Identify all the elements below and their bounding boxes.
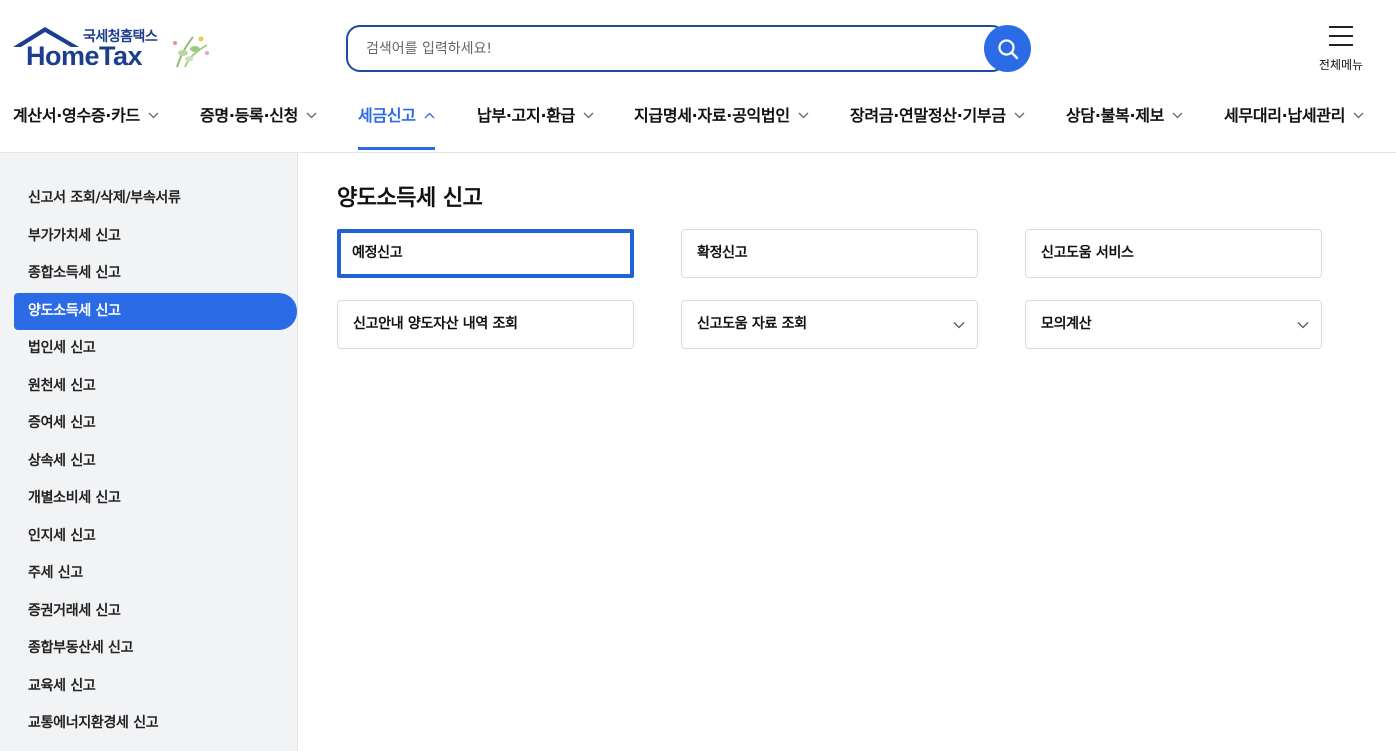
all-menu-label: 전체메뉴: [1318, 58, 1364, 72]
gnb-item-certificates[interactable]: 증명·등록·신청: [200, 102, 317, 152]
card-label: 신고안내 양도자산 내역 조회: [353, 316, 518, 332]
sidebar-item-stamp-tax[interactable]: 인지세 신고: [14, 518, 297, 555]
search-input[interactable]: [366, 37, 966, 61]
logo-english-text: HomeTax: [26, 41, 143, 71]
active-tab-indicator: [358, 147, 435, 150]
gnb-item-receipts[interactable]: 계산서·영수증·카드: [13, 102, 159, 152]
search-box: [346, 25, 1006, 72]
chevron-down-icon: [798, 112, 809, 119]
chevron-down-icon: [583, 112, 594, 119]
card-label: 신고도움 서비스: [1041, 245, 1134, 261]
sidebar-item-education-tax[interactable]: 교육세 신고: [14, 668, 297, 705]
sidebar-item-filing-inquiry[interactable]: 신고서 조회/삭제/부속서류: [14, 180, 297, 217]
sidebar-item-property-tax[interactable]: 종합부동산세 신고: [14, 630, 297, 667]
gnb-item-statements[interactable]: 지급명세·자료·공익법인: [634, 102, 809, 152]
sidebar-item-gift-tax[interactable]: 증여세 신고: [14, 405, 297, 442]
card-filing-help-service[interactable]: 신고도움 서비스: [1025, 229, 1322, 278]
card-asset-inquiry[interactable]: 신고안내 양도자산 내역 조회: [337, 300, 634, 349]
global-nav: 계산서·영수증·카드 증명·등록·신청 세금신고 납부·고지·환급 지급명세·자…: [0, 90, 1396, 153]
card-label: 신고도움 자료 조회: [697, 316, 807, 332]
gnb-item-tax-filing[interactable]: 세금신고: [358, 102, 435, 152]
gnb-item-label: 장려금·연말정산·기부금: [850, 106, 1006, 125]
card-final-filing[interactable]: 확정신고: [681, 229, 978, 278]
hamburger-icon: [1329, 26, 1353, 46]
gnb-item-label: 계산서·영수증·카드: [13, 106, 140, 125]
chevron-down-icon: [1297, 322, 1309, 329]
sidebar: 신고서 조회/삭제/부속서류 부가가치세 신고 종합소득세 신고 양도소득세 신…: [0, 153, 298, 751]
card-mock-calculation[interactable]: 모의계산: [1025, 300, 1322, 349]
gnb-item-label: 세금신고: [358, 106, 416, 125]
card-help-data-inquiry[interactable]: 신고도움 자료 조회: [681, 300, 978, 349]
sidebar-item-vat[interactable]: 부가가치세 신고: [14, 218, 297, 255]
sidebar-item-income-tax[interactable]: 종합소득세 신고: [14, 255, 297, 292]
search-icon: [997, 38, 1018, 59]
gnb-item-label: 증명·등록·신청: [200, 106, 299, 125]
chevron-down-icon: [1353, 112, 1364, 119]
chevron-down-icon: [953, 322, 965, 329]
chevron-down-icon: [1172, 112, 1183, 119]
gnb-item-tax-agent[interactable]: 세무대리·납세관리: [1224, 102, 1364, 152]
sidebar-item-energy-tax[interactable]: 교통에너지환경세 신고: [14, 705, 297, 742]
all-menu-button[interactable]: 전체메뉴: [1313, 24, 1369, 74]
sidebar-item-inheritance[interactable]: 상속세 신고: [14, 443, 297, 480]
sidebar-item-corporate-tax[interactable]: 법인세 신고: [14, 330, 297, 367]
chevron-down-icon: [306, 112, 317, 119]
hometax-logo[interactable]: 국세청홈택스 HomeTax: [13, 25, 218, 75]
sidebar-item-securities[interactable]: 증권거래세 신고: [14, 593, 297, 630]
plant-icon: [173, 36, 209, 68]
sidebar-item-excise[interactable]: 개별소비세 신고: [14, 480, 297, 517]
sidebar-item-capital-gains[interactable]: 양도소득세 신고: [14, 293, 297, 330]
gnb-item-payment[interactable]: 납부·고지·환급: [477, 102, 594, 152]
chevron-down-icon: [1014, 112, 1025, 119]
chevron-up-icon: [424, 112, 435, 119]
sidebar-item-liquor-tax[interactable]: 주세 신고: [14, 555, 297, 592]
gnb-item-label: 상담·불복·제보: [1066, 106, 1165, 125]
page-title: 양도소득세 신고: [337, 186, 483, 211]
gnb-item-incentives[interactable]: 장려금·연말정산·기부금: [850, 102, 1025, 152]
gnb-item-consultation[interactable]: 상담·불복·제보: [1066, 102, 1183, 152]
gnb-item-label: 지급명세·자료·공익법인: [634, 106, 790, 125]
card-label: 확정신고: [697, 245, 748, 261]
card-label: 예정신고: [352, 245, 403, 261]
gnb-item-label: 납부·고지·환급: [477, 106, 576, 125]
search-button[interactable]: [984, 25, 1031, 72]
card-label: 모의계산: [1041, 316, 1092, 332]
sidebar-item-withholding[interactable]: 원천세 신고: [14, 368, 297, 405]
gnb-item-label: 세무대리·납세관리: [1224, 106, 1346, 125]
card-preliminary-filing[interactable]: 예정신고: [337, 229, 634, 278]
chevron-down-icon: [148, 112, 159, 119]
